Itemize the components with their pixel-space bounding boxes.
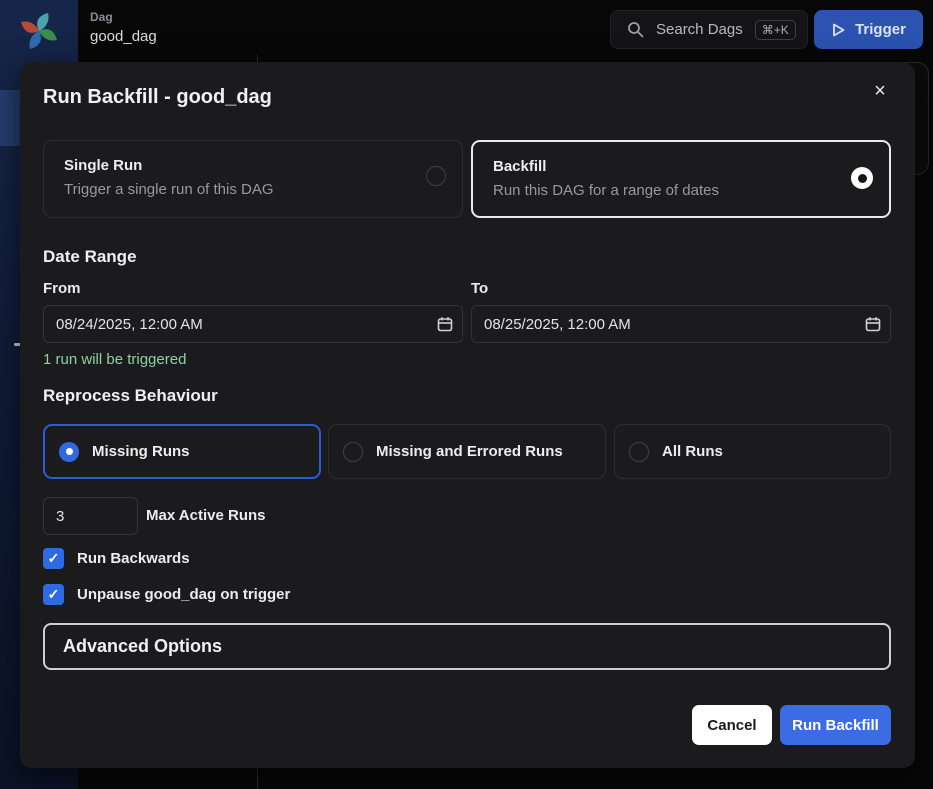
page: Dag good_dag Search Dags ⌘+K Trigger Run… — [0, 0, 933, 789]
reprocess-behaviour-heading: Reprocess Behaviour — [43, 386, 218, 406]
advanced-options-label: Advanced Options — [63, 636, 222, 657]
runs-count-message: 1 run will be triggered — [43, 351, 186, 368]
run-type-description: Trigger a single run of this DAG — [64, 181, 442, 198]
run-backfill-button[interactable]: Run Backfill — [780, 705, 891, 745]
airflow-logo-icon[interactable] — [17, 9, 61, 53]
checkbox-label: Unpause good_dag on trigger — [77, 586, 290, 603]
search-icon — [627, 21, 644, 38]
to-datetime-input[interactable] — [471, 305, 891, 343]
radio-selected-icon[interactable] — [851, 167, 873, 189]
dialog-title: Run Backfill - good_dag — [43, 86, 272, 109]
checkbox-checked-icon[interactable]: ✓ — [43, 548, 64, 569]
trigger-button[interactable]: Trigger — [814, 10, 923, 49]
play-icon — [831, 22, 846, 38]
trigger-button-label: Trigger — [855, 21, 906, 38]
breadcrumb: Dag — [90, 10, 113, 24]
reprocess-option-label: Missing Runs — [92, 443, 190, 460]
search-placeholder: Search Dags — [656, 21, 743, 38]
cancel-button[interactable]: Cancel — [692, 705, 772, 745]
run-backwards-checkbox-row[interactable]: ✓ Run Backwards — [43, 548, 190, 569]
checkbox-label: Run Backwards — [77, 550, 190, 567]
reprocess-option-label: Missing and Errored Runs — [376, 443, 563, 460]
run-type-card-backfill[interactable]: Backfill Run this DAG for a range of dat… — [471, 140, 891, 218]
reprocess-option-missing-and-errored-runs[interactable]: Missing and Errored Runs — [328, 424, 606, 479]
radio-unselected-icon[interactable] — [343, 442, 363, 462]
advanced-options-toggle[interactable]: Advanced Options — [43, 623, 891, 670]
checkbox-checked-icon[interactable]: ✓ — [43, 584, 64, 605]
run-type-title: Single Run — [64, 157, 442, 174]
radio-unselected-icon[interactable] — [426, 166, 446, 186]
close-icon[interactable]: × — [865, 76, 895, 106]
run-type-description: Run this DAG for a range of dates — [493, 182, 869, 199]
calendar-icon[interactable] — [437, 316, 453, 332]
to-label: To — [471, 280, 488, 297]
max-active-runs-label: Max Active Runs — [146, 507, 265, 524]
run-type-title: Backfill — [493, 158, 869, 175]
radio-selected-icon[interactable] — [59, 442, 79, 462]
from-label: From — [43, 280, 81, 297]
page-title: good_dag — [90, 28, 157, 45]
run-backfill-dialog: Run Backfill - good_dag × Single Run Tri… — [20, 62, 915, 768]
date-range-heading: Date Range — [43, 247, 137, 267]
from-datetime-input[interactable] — [43, 305, 463, 343]
reprocess-option-missing-runs[interactable]: Missing Runs — [43, 424, 321, 479]
calendar-icon[interactable] — [865, 316, 881, 332]
reprocess-option-label: All Runs — [662, 443, 723, 460]
unpause-on-trigger-checkbox-row[interactable]: ✓ Unpause good_dag on trigger — [43, 584, 290, 605]
max-active-runs-input[interactable] — [43, 497, 138, 535]
run-type-card-single-run[interactable]: Single Run Trigger a single run of this … — [43, 140, 463, 218]
reprocess-option-all-runs[interactable]: All Runs — [614, 424, 891, 479]
radio-unselected-icon[interactable] — [629, 442, 649, 462]
search-shortcut-badge: ⌘+K — [755, 20, 796, 40]
search-input[interactable]: Search Dags ⌘+K — [610, 10, 808, 49]
